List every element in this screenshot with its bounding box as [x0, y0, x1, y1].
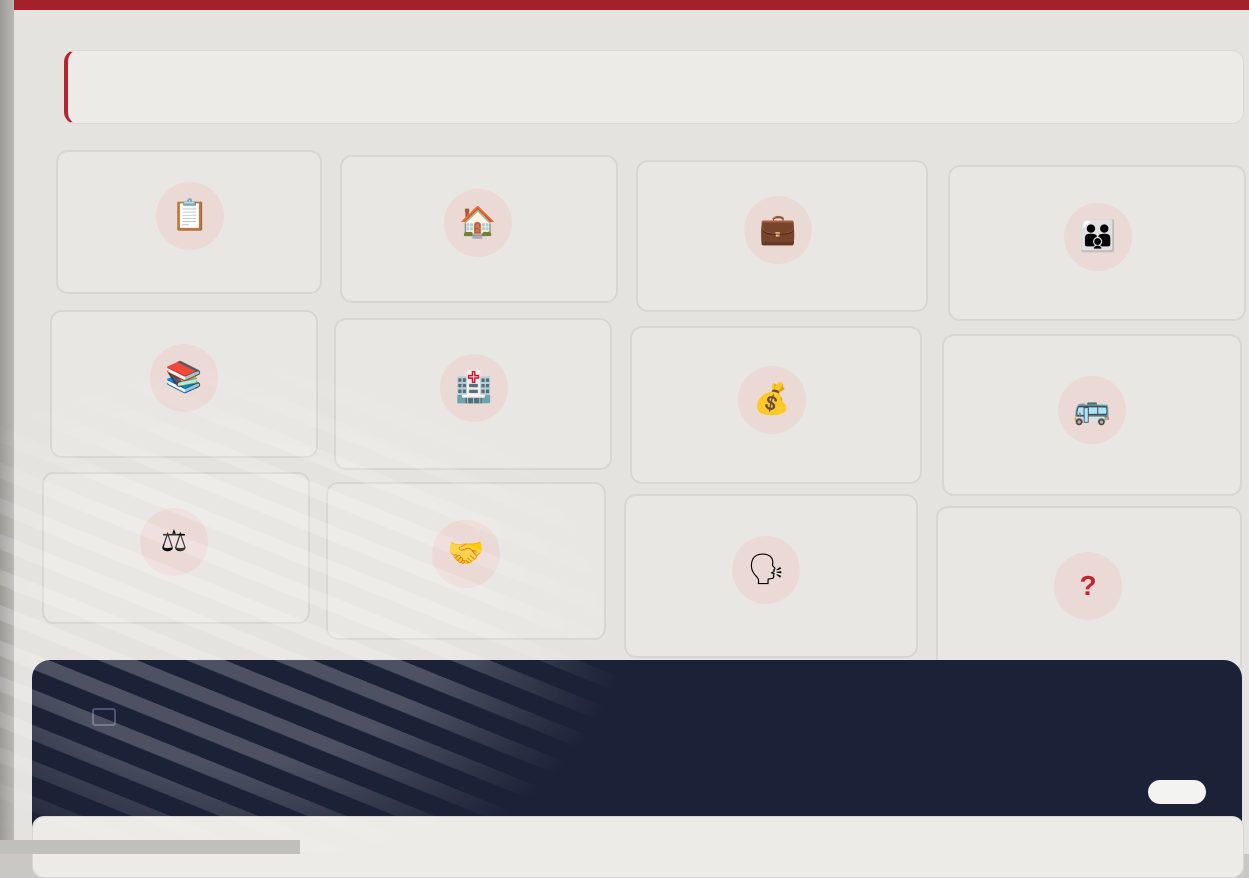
panel-button[interactable] [1148, 780, 1206, 804]
category-card-12[interactable]: ? [936, 506, 1242, 674]
category-card-11[interactable]: 🗣 [624, 494, 918, 658]
category-card-9[interactable]: ⚖ [42, 472, 310, 624]
question-icon: ? [1054, 552, 1122, 620]
category-card-7[interactable]: 💰 [630, 326, 922, 484]
search-input[interactable] [64, 50, 1244, 124]
category-card-1[interactable]: 📋 [56, 150, 322, 294]
books-icon: 📚 [150, 344, 218, 412]
category-card-2[interactable]: 🏠 [340, 155, 618, 303]
category-card-4[interactable]: 👪 [948, 165, 1246, 321]
top-accent-bar [14, 0, 1249, 10]
scales-icon: ⚖ [140, 508, 208, 576]
handshake-icon: 🤝 [432, 520, 500, 588]
category-card-8[interactable]: 🚌 [942, 334, 1242, 496]
photo-corner [0, 840, 300, 854]
briefcase-icon: 💼 [744, 196, 812, 264]
clipboard-icon: 📋 [156, 182, 224, 250]
category-card-5[interactable]: 📚 [50, 310, 318, 458]
category-card-10[interactable]: 🤝 [326, 482, 606, 640]
speaking-head-icon: 🗣 [732, 536, 800, 604]
house-icon: 🏠 [444, 189, 512, 257]
family-icon: 👪 [1064, 203, 1132, 271]
category-card-6[interactable]: 🏥 [334, 318, 612, 470]
category-card-3[interactable]: 💼 [636, 160, 928, 312]
bus-icon: 🚌 [1058, 376, 1126, 444]
hospital-icon: 🏥 [440, 354, 508, 422]
app-screen: 📋 🏠 💼 👪 📚 🏥 💰 🚌 ⚖ 🤝 🗣 ? [14, 0, 1249, 878]
image-icon [92, 708, 116, 726]
money-bag-icon: 💰 [738, 366, 806, 434]
